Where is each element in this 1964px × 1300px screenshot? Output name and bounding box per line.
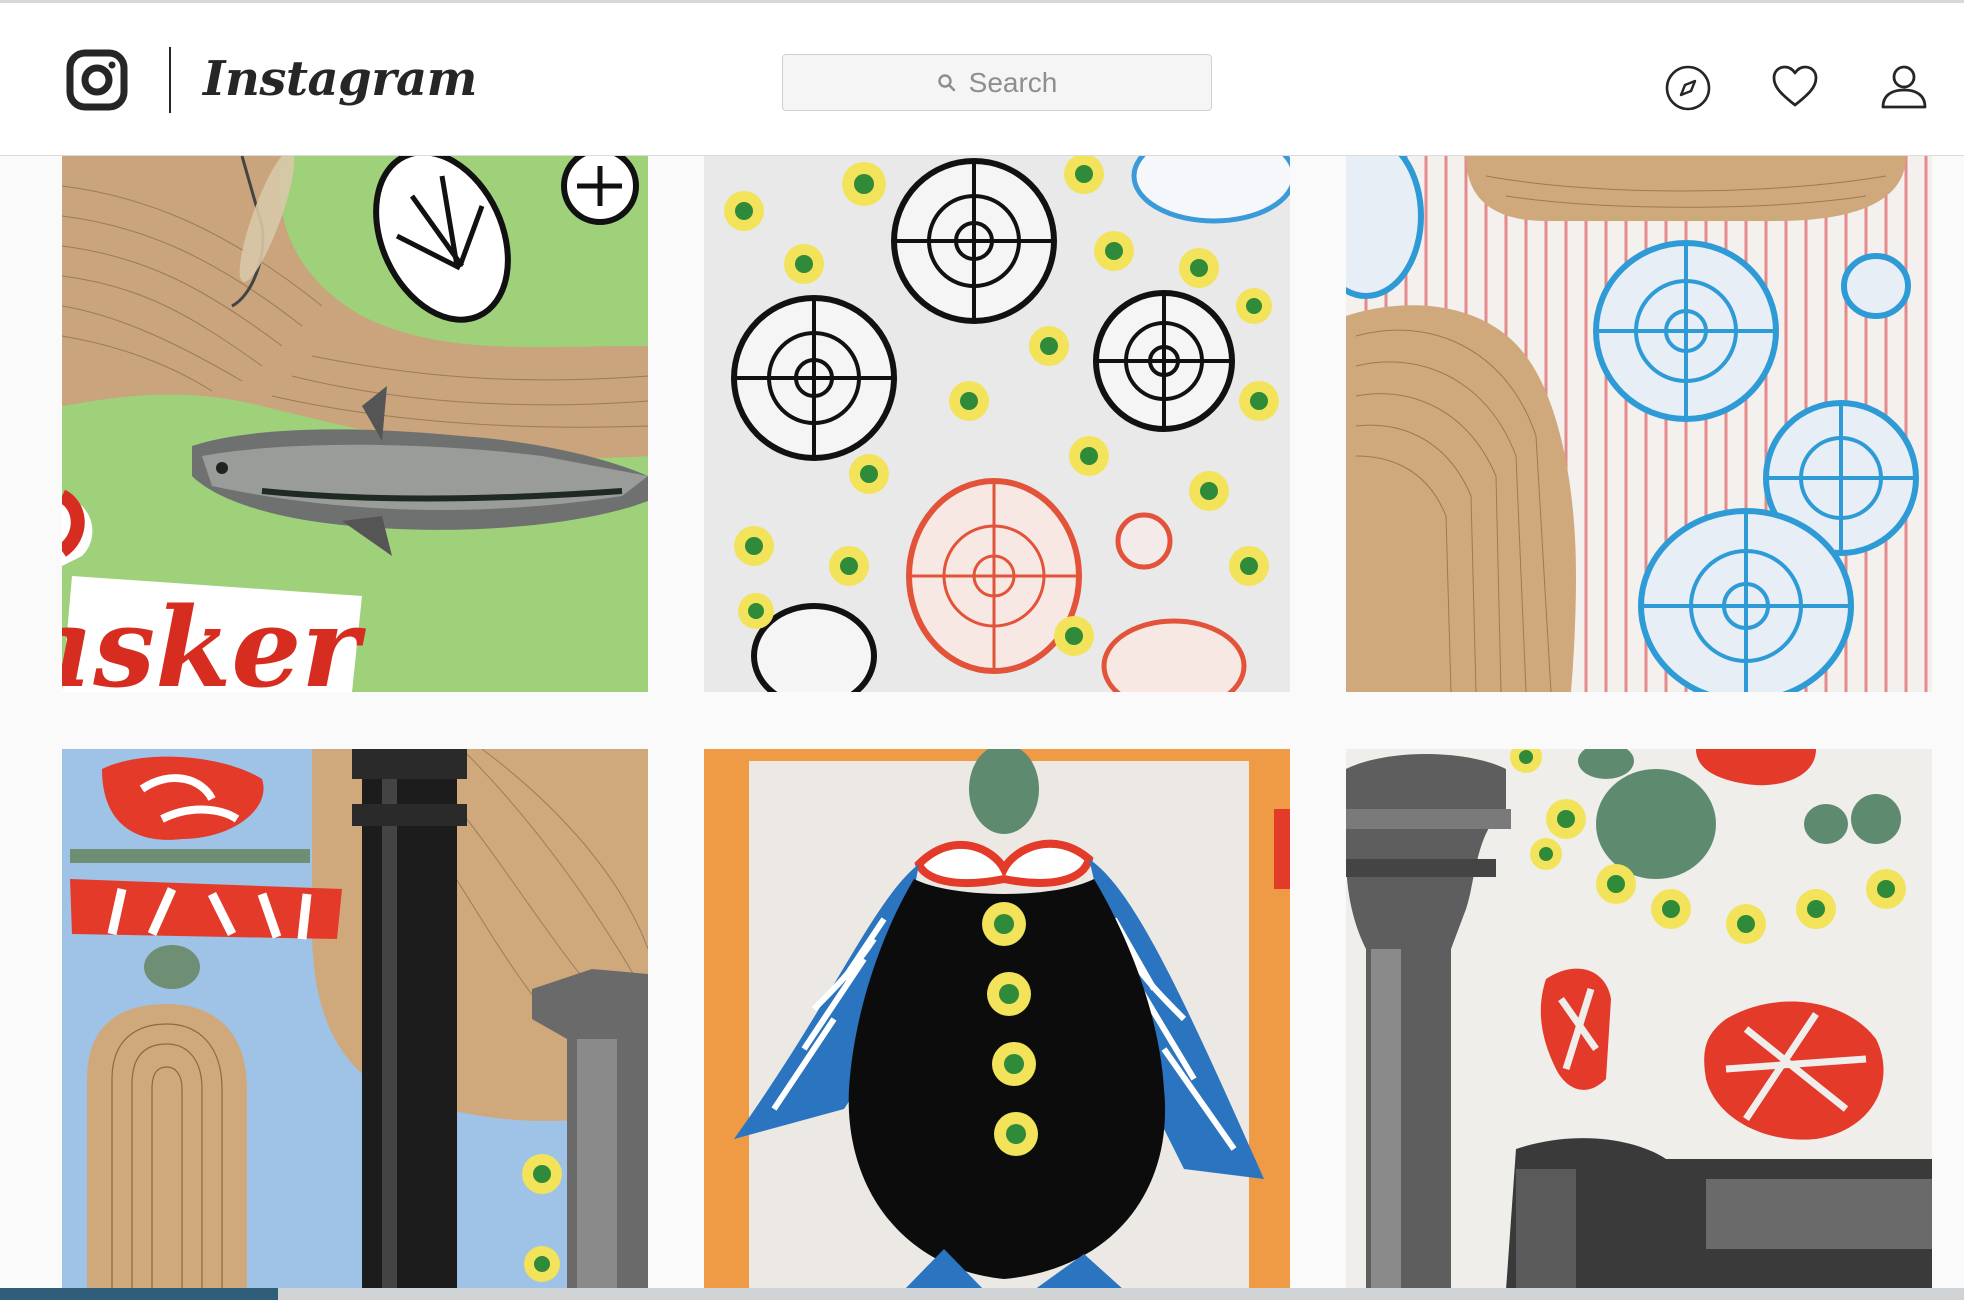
fish-collage-image: asker	[62, 156, 648, 692]
horizontal-scrollbar-track[interactable]	[0, 1288, 1964, 1300]
search-icon	[937, 73, 955, 91]
post-thumbnail-5[interactable]	[704, 749, 1290, 1290]
post-thumbnail-1[interactable]: asker	[62, 156, 648, 692]
profile-person-icon[interactable]	[1880, 63, 1928, 111]
post-thumbnail-2[interactable]	[704, 156, 1290, 692]
red-cutouts-lamp-post-image	[62, 749, 648, 1290]
search-input[interactable]: Search	[782, 54, 1212, 111]
instagram-camera-logo-icon[interactable]	[66, 49, 128, 111]
caped-figure-image	[704, 749, 1290, 1290]
spiral-shells-image	[704, 156, 1290, 692]
columns-cutouts-image	[1346, 749, 1932, 1290]
top-navigation-bar: Instagram Search	[0, 3, 1964, 156]
post-grid: asker	[0, 156, 1964, 1290]
horizontal-scrollbar-thumb[interactable]	[0, 1288, 278, 1300]
post-thumbnail-3[interactable]	[1346, 156, 1932, 692]
blue-shells-stripes-image	[1346, 156, 1932, 692]
explore-compass-icon[interactable]	[1664, 64, 1712, 112]
post-thumbnail-4[interactable]	[62, 749, 648, 1290]
post-thumbnail-6[interactable]	[1346, 749, 1932, 1290]
fish-label-text: asker	[62, 583, 366, 692]
logo-divider	[169, 47, 171, 113]
instagram-wordmark[interactable]: Instagram	[203, 49, 477, 109]
activity-heart-icon[interactable]	[1771, 63, 1819, 111]
search-placeholder: Search	[968, 66, 1058, 98]
